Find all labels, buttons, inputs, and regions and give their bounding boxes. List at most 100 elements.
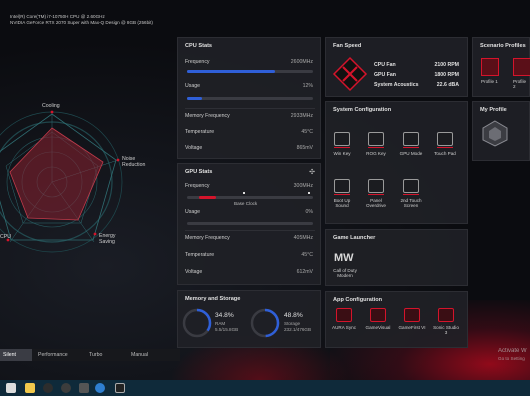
profile-1-icon[interactable] <box>481 58 499 76</box>
storage-percent: 48.8% <box>284 312 303 319</box>
cpu-temp-label: Temperature <box>185 129 215 135</box>
gpu-frequency-value: 300MHz <box>293 183 313 189</box>
cpu-mem-freq-value: 2933MHz <box>290 113 313 119</box>
game-logo-icon[interactable]: MW <box>334 252 354 264</box>
app-icon-1[interactable] <box>43 383 53 393</box>
rog-key-icon <box>368 132 384 146</box>
watermark-line-2: Go to Setting <box>498 356 525 361</box>
xbox-icon[interactable] <box>61 383 71 393</box>
cpu-fan-label: CPU Fan <box>374 62 396 68</box>
sonic-studio-icon <box>438 308 454 322</box>
windows-taskbar <box>0 380 530 396</box>
app-icon-2[interactable] <box>79 383 89 393</box>
tile-gpu-mode[interactable]: GPU Mode <box>397 132 425 156</box>
gpu-fan-label: GPU Fan <box>374 72 396 78</box>
acoustics-value: 22.6 dBA <box>436 82 459 88</box>
rog-key-label: ROG Key <box>366 151 386 156</box>
activation-watermark: Activate W Go to Setting <box>498 347 527 363</box>
gpu-mode-icon <box>403 132 419 146</box>
cpu-usage-value: 12% <box>302 83 313 89</box>
cpu-frequency-value: 2600MHz <box>290 59 313 65</box>
app-gamevisual[interactable]: GameVisual <box>364 308 392 330</box>
gamevisual-icon <box>370 308 386 322</box>
armoury-crate-icon[interactable] <box>115 383 125 393</box>
cpu-voltage-value: 865mV <box>296 145 313 151</box>
radar-label-noise: Noise Reduction <box>122 156 145 168</box>
profile-avatar-icon[interactable] <box>481 119 509 147</box>
cpu-usage-bar <box>187 97 313 100</box>
cpu-temp-value: 45°C <box>301 129 313 135</box>
radar-label-cooling: Cooling <box>42 103 60 109</box>
watermark-line-1: Activate W <box>498 348 527 354</box>
app-gamefirst[interactable]: GameFirst VI <box>398 308 426 330</box>
profile-1-label[interactable]: Profile 1 <box>481 79 498 84</box>
tab-manual[interactable]: Manual <box>131 349 148 361</box>
ram-percent: 34.8% <box>215 312 234 319</box>
gpu-fan-value: 1800 RPM <box>434 72 459 78</box>
my-profile-panel: My Profile <box>472 101 530 161</box>
tile-boot-up-sound[interactable]: Boot Up Sound <box>328 179 356 208</box>
memory-storage-panel: Memory and Storage 34.8% RAM 5.5/15.8GB … <box>177 290 321 348</box>
energy-line-2: Saving <box>99 239 115 245</box>
tile-win-key[interactable]: Win Key <box>328 132 356 156</box>
cpu-stats-panel: CPU Stats Frequency 2600MHz Usage 12% Me… <box>177 37 321 159</box>
gamefirst-label: GameFirst VI <box>398 325 426 330</box>
ram-label: RAM <box>215 321 226 326</box>
app-config-panel: App Configuration AURA Sync GameVisual G… <box>325 291 468 348</box>
tab-performance[interactable]: Performance <box>38 349 68 361</box>
gpu-temp-label: Temperature <box>185 252 215 258</box>
store-icon[interactable] <box>6 383 16 393</box>
gpu-mem-freq-value: 405MHz <box>293 235 313 241</box>
cpu-mem-freq-label: Memory Frequency <box>185 113 230 119</box>
divider <box>185 108 315 109</box>
profile-2-icon[interactable] <box>513 58 530 76</box>
file-explorer-icon[interactable] <box>25 383 35 393</box>
game-name[interactable]: Call of Duty Modern <box>330 268 360 278</box>
divider <box>185 230 315 231</box>
storage-label: Storage <box>284 321 301 326</box>
tile-second-screen[interactable]: 2nd Touch Screen <box>397 179 425 208</box>
move-icon[interactable]: ✣ <box>309 168 315 176</box>
gpu-frequency-label: Frequency <box>185 183 210 189</box>
touchpad-icon <box>437 132 453 146</box>
aura-sync-label: AURA Sync <box>332 325 356 330</box>
tile-underline <box>334 194 350 195</box>
tile-touch-pad[interactable]: Touch Pad <box>431 132 459 156</box>
my-profile-title: My Profile <box>480 107 507 113</box>
memory-storage-title: Memory and Storage <box>185 296 241 302</box>
tile-panel-overdrive[interactable]: Panel Overdrive <box>362 179 390 208</box>
gamevisual-label: GameVisual <box>365 325 391 330</box>
storage-ring <box>250 308 280 338</box>
system-info: Intel(R) Core(TM) i7-10750H CPU @ 2.60GH… <box>10 14 153 26</box>
gpu-temp-value: 45°C <box>301 252 313 258</box>
mode-tabs: Silent Performance Turbo Manual <box>0 349 180 361</box>
radar-profile-shape <box>9 127 104 221</box>
cpu-voltage-label: Voltage <box>185 145 203 151</box>
tile-underline <box>437 147 453 148</box>
edge-icon[interactable] <box>95 383 105 393</box>
tile-underline <box>403 194 419 195</box>
fan-speed-panel: Fan Speed CPU Fan 2100 RPM GPU Fan 1800 … <box>325 37 468 97</box>
fan-speed-title: Fan Speed <box>333 43 362 49</box>
game-launcher-panel: Game Launcher MW Call of Duty Modern <box>325 229 468 286</box>
acoustics-label: System Acoustics <box>374 82 419 88</box>
profile-2-label[interactable]: Profile 2 <box>513 79 529 89</box>
gpu-frequency-bar <box>187 196 313 199</box>
gpu-mem-freq-label: Memory Frequency <box>185 235 230 241</box>
gpu-voltage-label: Voltage <box>185 269 203 275</box>
tab-silent[interactable]: Silent <box>0 349 32 361</box>
win-key-label: Win Key <box>333 151 351 156</box>
system-config-title: System Configuration <box>333 107 392 113</box>
app-aura-sync[interactable]: AURA Sync <box>330 308 358 330</box>
armoury-crate-window: Intel(R) Core(TM) i7-10750H CPU @ 2.60GH… <box>0 0 530 380</box>
base-clock-marker <box>243 192 245 194</box>
tile-rog-key[interactable]: ROG Key <box>362 132 390 156</box>
performance-radar-chart <box>0 110 123 253</box>
cpu-fan-value: 2100 RPM <box>434 62 459 68</box>
gpu-frequency-bar-fill <box>199 196 216 199</box>
app-sonic-studio[interactable]: Sonic Studio 3 <box>432 308 460 335</box>
tab-turbo[interactable]: Turbo <box>89 349 102 361</box>
tile-underline <box>334 147 350 148</box>
ram-detail: 5.5/15.8GB <box>215 327 239 332</box>
cpu-usage-label: Usage <box>185 83 200 89</box>
